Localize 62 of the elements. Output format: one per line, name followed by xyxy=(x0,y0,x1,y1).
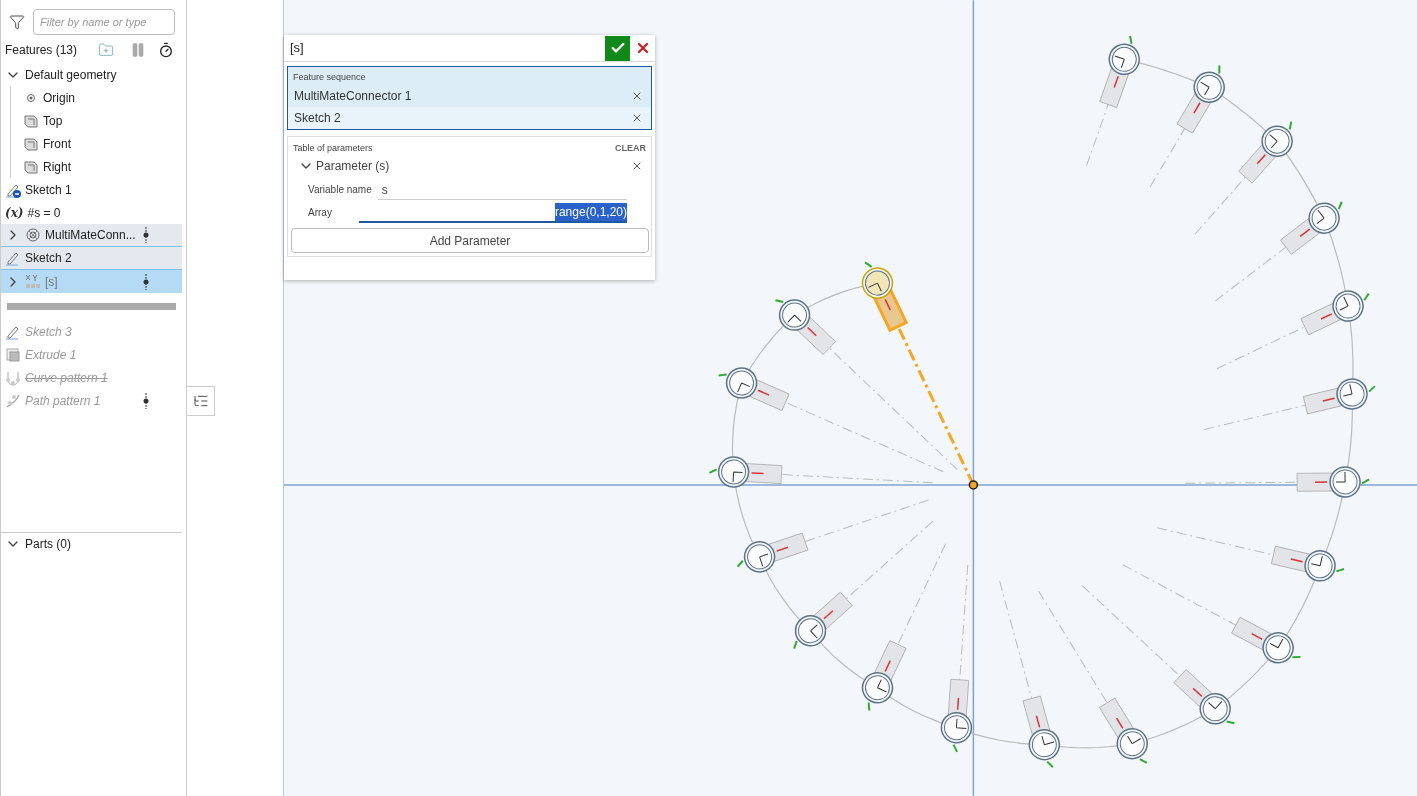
connector-icon xyxy=(25,227,41,243)
feature-item[interactable]: (x) #s = 0 xyxy=(1,201,182,224)
filter-icon[interactable] xyxy=(9,14,25,30)
pattern-icon xyxy=(25,273,41,290)
feature-label: #s = 0 xyxy=(27,204,61,222)
plane-icon xyxy=(23,112,39,129)
accept-button[interactable] xyxy=(605,35,630,61)
feature-item[interactable]: Right xyxy=(23,155,182,178)
timer-icon[interactable] xyxy=(158,42,174,58)
add-parameter-button[interactable]: Add Parameter xyxy=(291,228,649,253)
feature-item[interactable]: Front xyxy=(23,132,182,155)
remove-icon[interactable] xyxy=(631,160,643,172)
sequence-item-label: Sketch 2 xyxy=(294,109,341,127)
dialog-title: [s] xyxy=(289,39,304,58)
feature-label: Path pattern 1 xyxy=(25,392,101,410)
feature-label: Extrude 1 xyxy=(25,346,77,364)
variable-icon: (x) xyxy=(5,203,24,222)
sequence-item[interactable]: Sketch 2 xyxy=(288,106,651,129)
clear-link[interactable]: CLEAR xyxy=(615,141,646,155)
feature-sequence-field[interactable]: Feature sequence MultiMateConnector 1 Sketch 2 xyxy=(287,66,652,130)
feature-label: Default geometry xyxy=(25,66,117,84)
plane-icon xyxy=(23,158,39,175)
feature-label: Origin xyxy=(43,89,75,107)
features-heading: Features (13) xyxy=(5,42,78,59)
feature-item[interactable]: Origin xyxy=(23,86,182,109)
parameter-title[interactable]: Parameter (s) xyxy=(316,157,390,175)
filter-field[interactable]: Filter by name or type xyxy=(33,9,175,35)
plane-icon xyxy=(23,135,39,152)
feature-label: MultiMateConn... xyxy=(45,227,136,244)
curve-pattern-icon xyxy=(5,369,21,386)
feature-item[interactable]: Top xyxy=(23,109,182,132)
feature-label: Front xyxy=(43,135,71,153)
feature-group[interactable]: Default geometry xyxy=(1,63,182,86)
text-field[interactable]: range(0,1,20) xyxy=(359,203,627,223)
feature-label: Sketch 3 xyxy=(25,323,72,341)
feature-label: [s] xyxy=(45,273,58,291)
feature-item[interactable]: MultiMateConn... xyxy=(1,224,182,247)
path-pattern-icon xyxy=(5,392,21,409)
sequence-item[interactable]: MultiMateConnector 1 xyxy=(288,84,651,107)
field-label: Variable name xyxy=(308,183,372,197)
graphics-canvas[interactable]: [s] Feature sequence MultiMateConnector 1 Sketch 2 Table of parameters CLEAR Parameter (s) Variable name s Array range(0,1,20) Add Parameter xyxy=(283,0,1417,796)
feature-label: Right xyxy=(43,158,71,176)
feature-item[interactable]: Sketch 2 xyxy=(1,247,182,270)
pencil-icon xyxy=(5,250,21,266)
dependency-marker-icon[interactable] xyxy=(142,227,150,243)
extrude-icon xyxy=(5,346,21,363)
feature-label: Sketch 2 xyxy=(25,250,72,267)
feature-label: Top xyxy=(43,112,63,130)
dependency-marker-icon[interactable] xyxy=(142,273,150,290)
feature-item[interactable]: Sketch 1 xyxy=(1,178,182,201)
feature-label: Sketch 1 xyxy=(25,181,72,199)
text-field[interactable]: s xyxy=(377,180,627,200)
parts-heading: Parts (0) xyxy=(25,535,71,553)
section-label: Table of parameters xyxy=(293,141,373,155)
field-label: Array xyxy=(308,206,333,220)
panel-toggle-button[interactable] xyxy=(186,386,215,416)
feature-label: Curve pattern 1 xyxy=(25,369,108,387)
point-icon xyxy=(25,91,37,104)
list-icon xyxy=(192,393,209,409)
field-label: Feature sequence xyxy=(292,71,367,84)
sequence-item-label: MultiMateConnector 1 xyxy=(294,87,412,105)
dependency-marker-icon[interactable] xyxy=(142,392,150,409)
